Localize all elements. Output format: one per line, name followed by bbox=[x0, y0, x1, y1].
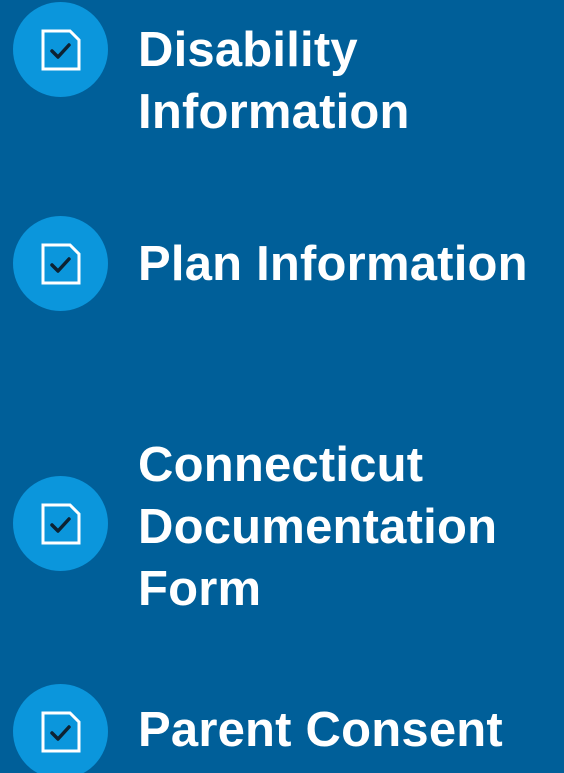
document-check-icon bbox=[41, 711, 81, 753]
document-check-icon bbox=[41, 29, 81, 71]
checklist-panel: { "steps": [ { "label": "Disability\nInf… bbox=[0, 0, 564, 773]
step-badge bbox=[13, 2, 108, 97]
checklist-item-label: Connecticut Documentation Form bbox=[138, 438, 498, 616]
document-check-icon bbox=[41, 503, 81, 545]
step-badge bbox=[13, 684, 108, 773]
step-badge bbox=[13, 476, 108, 571]
checklist-item-label: Disability Information bbox=[138, 23, 410, 139]
step-badge bbox=[13, 216, 108, 311]
checklist-item-label: Parent Consent bbox=[138, 703, 503, 757]
checklist-item-label: Plan Information bbox=[138, 237, 528, 291]
document-check-icon bbox=[41, 243, 81, 285]
